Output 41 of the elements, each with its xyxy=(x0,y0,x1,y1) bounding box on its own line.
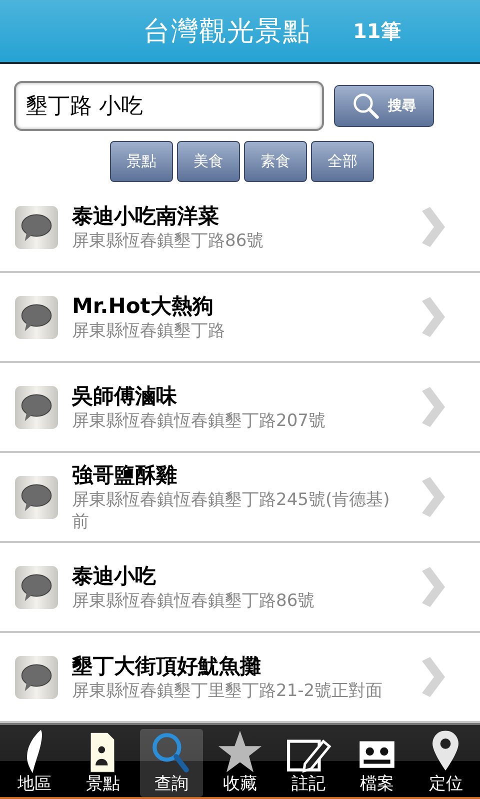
place-address: 屏東縣恆春鎮墾丁路86號 xyxy=(72,230,265,252)
place-name: 墾丁大街頂好魷魚攤 xyxy=(72,652,262,680)
tab[interactable]: 景點 xyxy=(72,729,134,797)
place-name: 泰迪小吃 xyxy=(72,562,157,590)
place-address: 屏東縣恆春鎮墾丁路 xyxy=(72,320,226,342)
place-name: 泰迪小吃南洋菜 xyxy=(72,202,220,230)
place-address: 屏東縣恆春鎮恆春鎮墾丁路86號 xyxy=(72,590,316,612)
place-address: 屏東縣恆春鎮恆春鎮墾丁路245號(肯德基)前 xyxy=(72,488,390,532)
tab[interactable]: 註記 xyxy=(277,729,340,797)
result-row[interactable]: 吳師傅滷味 屏東縣恆春鎮恆春鎮墾丁路207號 xyxy=(0,363,480,453)
tab[interactable]: 查詢 xyxy=(140,729,203,797)
chevron-icon xyxy=(419,387,445,427)
speech-bubble-icon xyxy=(15,656,58,698)
speech-bubble-icon xyxy=(15,566,58,608)
tab[interactable]: 地區 xyxy=(3,729,66,797)
tab[interactable]: 收藏 xyxy=(208,729,272,797)
chevron-icon xyxy=(419,567,445,607)
star-icon xyxy=(218,729,262,774)
speech-bubble-icon xyxy=(15,386,58,428)
result-row[interactable]: 泰迪小吃南洋菜 屏東縣恆春鎮墾丁路86號 xyxy=(0,183,480,273)
result-row[interactable]: 泰迪小吃 屏東縣恆春鎮恆春鎮墾丁路86號 xyxy=(0,543,480,633)
chevron-icon xyxy=(419,657,445,697)
chevron-icon xyxy=(419,207,445,247)
search-field[interactable]: 墾丁路 小吃 xyxy=(14,81,324,131)
tab[interactable]: 檔案 xyxy=(346,729,408,797)
tab[interactable]: 定位 xyxy=(414,729,478,797)
place-name: Mr.Hot大熱狗 xyxy=(72,292,214,320)
result-count: 11筆 xyxy=(353,18,401,44)
result-row[interactable]: Mr.Hot大熱狗 屏東縣恆春鎮墾丁路 xyxy=(0,273,480,363)
chevron-icon xyxy=(419,297,445,337)
place-name: 吳師傅滷味 xyxy=(72,382,178,410)
place-address: 屏東縣恆春鎮墾丁里墾丁路21-2號正對面 xyxy=(72,680,384,702)
result-row[interactable]: 強哥鹽酥雞 屏東縣恆春鎮恆春鎮墾丁路245號(肯德基)前 xyxy=(0,453,480,543)
speech-bubble-icon xyxy=(15,206,58,248)
speech-bubble-icon xyxy=(15,476,58,518)
place-name: 強哥鹽酥雞 xyxy=(72,462,178,488)
speech-bubble-icon xyxy=(15,296,58,338)
place-address: 屏東縣恆春鎮恆春鎮墾丁路207號 xyxy=(72,410,326,432)
app-title: 台灣觀光景點 xyxy=(143,15,311,49)
search-icon xyxy=(352,92,380,120)
chevron-icon xyxy=(419,477,445,517)
